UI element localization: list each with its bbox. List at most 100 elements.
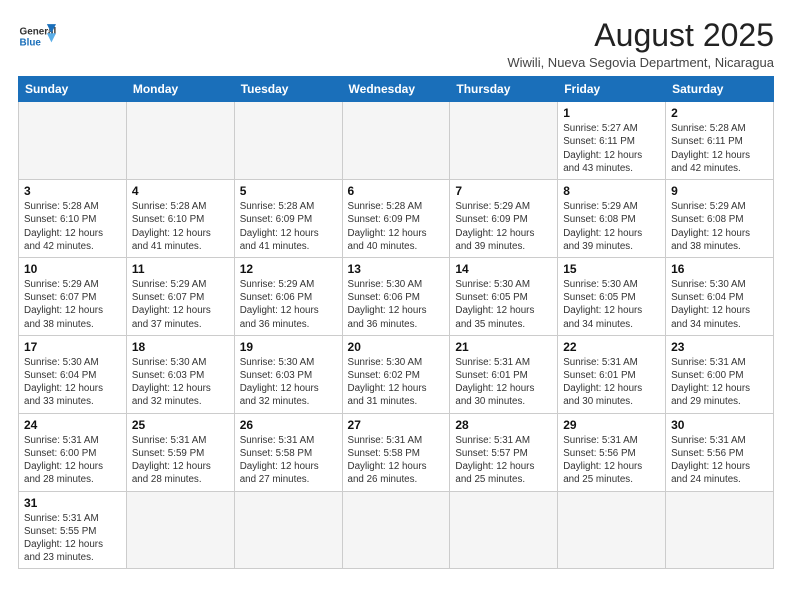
calendar-week-row: 31 Sunrise: 5:31 AM Sunset: 5:55 PM Dayli… [19, 491, 774, 569]
calendar-cell: 1 Sunrise: 5:27 AM Sunset: 6:11 PM Daylig… [558, 102, 666, 180]
day-number: 16 [671, 262, 768, 276]
day-number: 17 [24, 340, 121, 354]
calendar-cell: 31 Sunrise: 5:31 AM Sunset: 5:55 PM Dayli… [19, 491, 127, 569]
title-block: August 2025 Wiwili, Nueva Segovia Depart… [507, 18, 774, 70]
day-number: 29 [563, 418, 660, 432]
col-header-saturday: Saturday [666, 77, 774, 102]
calendar-cell: 2Sunrise: 5:28 AM Sunset: 6:11 PM Daylig… [666, 102, 774, 180]
calendar-cell [450, 102, 558, 180]
day-info: Sunrise: 5:29 AM Sunset: 6:06 PM Dayligh… [240, 278, 337, 331]
logo: General Blue [18, 18, 56, 56]
day-info: Sunrise: 5:31 AM Sunset: 6:01 PM Dayligh… [455, 356, 552, 409]
calendar-cell [666, 491, 774, 569]
calendar-cell: 9Sunrise: 5:29 AM Sunset: 6:08 PM Daylig… [666, 180, 774, 258]
calendar-cell [558, 491, 666, 569]
day-info: Sunrise: 5:29 AM Sunset: 6:07 PM Dayligh… [132, 278, 229, 331]
day-info: Sunrise: 5:29 AM Sunset: 6:09 PM Dayligh… [455, 200, 552, 253]
day-number: 31 [24, 496, 121, 510]
calendar-cell: 28Sunrise: 5:31 AM Sunset: 5:57 PM Dayli… [450, 413, 558, 491]
day-number: 3 [24, 184, 121, 198]
calendar-cell: 16 Sunrise: 5:30 AM Sunset: 6:04 PM Dayli… [666, 257, 774, 335]
day-number: 26 [240, 418, 337, 432]
day-info: Sunrise: 5:29 AM Sunset: 6:08 PM Dayligh… [671, 200, 768, 253]
day-info: Sunrise: 5:31 AM Sunset: 5:56 PM Dayligh… [563, 434, 660, 487]
calendar-cell: 8Sunrise: 5:29 AM Sunset: 6:08 PM Daylig… [558, 180, 666, 258]
page: General Blue August 2025 Wiwili, Nueva S… [0, 0, 792, 579]
calendar-cell: 17 Sunrise: 5:30 AM Sunset: 6:04 PM Dayli… [19, 335, 127, 413]
calendar-cell: 23 Sunrise: 5:31 AM Sunset: 6:00 PM Dayli… [666, 335, 774, 413]
day-info: Sunrise: 5:30 AM Sunset: 6:05 PM Dayligh… [563, 278, 660, 331]
col-header-monday: Monday [126, 77, 234, 102]
day-info: Sunrise: 5:31 AM Sunset: 6:00 PM Dayligh… [671, 356, 768, 409]
calendar-cell: 26Sunrise: 5:31 AM Sunset: 5:58 PM Dayli… [234, 413, 342, 491]
calendar-cell: 22 Sunrise: 5:31 AM Sunset: 6:01 PM Dayli… [558, 335, 666, 413]
calendar-cell: 7 Sunrise: 5:29 AM Sunset: 6:09 PM Daylig… [450, 180, 558, 258]
day-number: 1 [563, 106, 660, 120]
calendar-week-row: 1 Sunrise: 5:27 AM Sunset: 6:11 PM Daylig… [19, 102, 774, 180]
calendar-cell: 6Sunrise: 5:28 AM Sunset: 6:09 PM Daylig… [342, 180, 450, 258]
day-info: Sunrise: 5:28 AM Sunset: 6:10 PM Dayligh… [132, 200, 229, 253]
calendar-cell: 11 Sunrise: 5:29 AM Sunset: 6:07 PM Dayli… [126, 257, 234, 335]
day-number: 21 [455, 340, 552, 354]
calendar: SundayMondayTuesdayWednesdayThursdayFrid… [18, 76, 774, 569]
calendar-cell: 24 Sunrise: 5:31 AM Sunset: 6:00 PM Dayli… [19, 413, 127, 491]
day-number: 5 [240, 184, 337, 198]
day-info: Sunrise: 5:30 AM Sunset: 6:04 PM Dayligh… [671, 278, 768, 331]
col-header-thursday: Thursday [450, 77, 558, 102]
day-number: 4 [132, 184, 229, 198]
day-info: Sunrise: 5:30 AM Sunset: 6:06 PM Dayligh… [348, 278, 445, 331]
day-info: Sunrise: 5:29 AM Sunset: 6:07 PM Dayligh… [24, 278, 121, 331]
calendar-week-row: 24 Sunrise: 5:31 AM Sunset: 6:00 PM Dayli… [19, 413, 774, 491]
calendar-cell: 27Sunrise: 5:31 AM Sunset: 5:58 PM Dayli… [342, 413, 450, 491]
calendar-cell [234, 491, 342, 569]
calendar-cell [234, 102, 342, 180]
day-info: Sunrise: 5:28 AM Sunset: 6:09 PM Dayligh… [240, 200, 337, 253]
day-info: Sunrise: 5:30 AM Sunset: 6:02 PM Dayligh… [348, 356, 445, 409]
month-title: August 2025 [507, 18, 774, 53]
calendar-cell [450, 491, 558, 569]
day-info: Sunrise: 5:27 AM Sunset: 6:11 PM Dayligh… [563, 122, 660, 175]
day-number: 24 [24, 418, 121, 432]
calendar-cell: 21 Sunrise: 5:31 AM Sunset: 6:01 PM Dayli… [450, 335, 558, 413]
day-number: 11 [132, 262, 229, 276]
day-number: 2 [671, 106, 768, 120]
calendar-cell [19, 102, 127, 180]
location: Wiwili, Nueva Segovia Department, Nicara… [507, 55, 774, 70]
day-info: Sunrise: 5:30 AM Sunset: 6:05 PM Dayligh… [455, 278, 552, 331]
day-info: Sunrise: 5:31 AM Sunset: 5:55 PM Dayligh… [24, 512, 121, 565]
day-number: 22 [563, 340, 660, 354]
calendar-week-row: 3 Sunrise: 5:28 AM Sunset: 6:10 PM Daylig… [19, 180, 774, 258]
calendar-cell: 19Sunrise: 5:30 AM Sunset: 6:03 PM Dayli… [234, 335, 342, 413]
day-info: Sunrise: 5:31 AM Sunset: 6:01 PM Dayligh… [563, 356, 660, 409]
calendar-cell: 13 Sunrise: 5:30 AM Sunset: 6:06 PM Dayli… [342, 257, 450, 335]
calendar-header-row: SundayMondayTuesdayWednesdayThursdayFrid… [19, 77, 774, 102]
day-number: 7 [455, 184, 552, 198]
day-number: 30 [671, 418, 768, 432]
calendar-cell: 12 Sunrise: 5:29 AM Sunset: 6:06 PM Dayli… [234, 257, 342, 335]
col-header-friday: Friday [558, 77, 666, 102]
day-number: 13 [348, 262, 445, 276]
calendar-cell: 29 Sunrise: 5:31 AM Sunset: 5:56 PM Dayli… [558, 413, 666, 491]
day-info: Sunrise: 5:28 AM Sunset: 6:09 PM Dayligh… [348, 200, 445, 253]
day-info: Sunrise: 5:30 AM Sunset: 6:04 PM Dayligh… [24, 356, 121, 409]
logo-icon: General Blue [18, 18, 56, 56]
calendar-cell: 10Sunrise: 5:29 AM Sunset: 6:07 PM Dayli… [19, 257, 127, 335]
day-number: 12 [240, 262, 337, 276]
day-number: 15 [563, 262, 660, 276]
day-number: 25 [132, 418, 229, 432]
col-header-wednesday: Wednesday [342, 77, 450, 102]
calendar-cell [126, 102, 234, 180]
calendar-cell: 4 Sunrise: 5:28 AM Sunset: 6:10 PM Daylig… [126, 180, 234, 258]
day-number: 28 [455, 418, 552, 432]
day-info: Sunrise: 5:31 AM Sunset: 6:00 PM Dayligh… [24, 434, 121, 487]
day-number: 23 [671, 340, 768, 354]
calendar-cell [126, 491, 234, 569]
day-info: Sunrise: 5:28 AM Sunset: 6:10 PM Dayligh… [24, 200, 121, 253]
calendar-cell: 25Sunrise: 5:31 AM Sunset: 5:59 PM Dayli… [126, 413, 234, 491]
day-number: 14 [455, 262, 552, 276]
calendar-cell: 18Sunrise: 5:30 AM Sunset: 6:03 PM Dayli… [126, 335, 234, 413]
calendar-cell: 3 Sunrise: 5:28 AM Sunset: 6:10 PM Daylig… [19, 180, 127, 258]
calendar-cell [342, 491, 450, 569]
calendar-cell: 20Sunrise: 5:30 AM Sunset: 6:02 PM Dayli… [342, 335, 450, 413]
calendar-cell: 15 Sunrise: 5:30 AM Sunset: 6:05 PM Dayli… [558, 257, 666, 335]
